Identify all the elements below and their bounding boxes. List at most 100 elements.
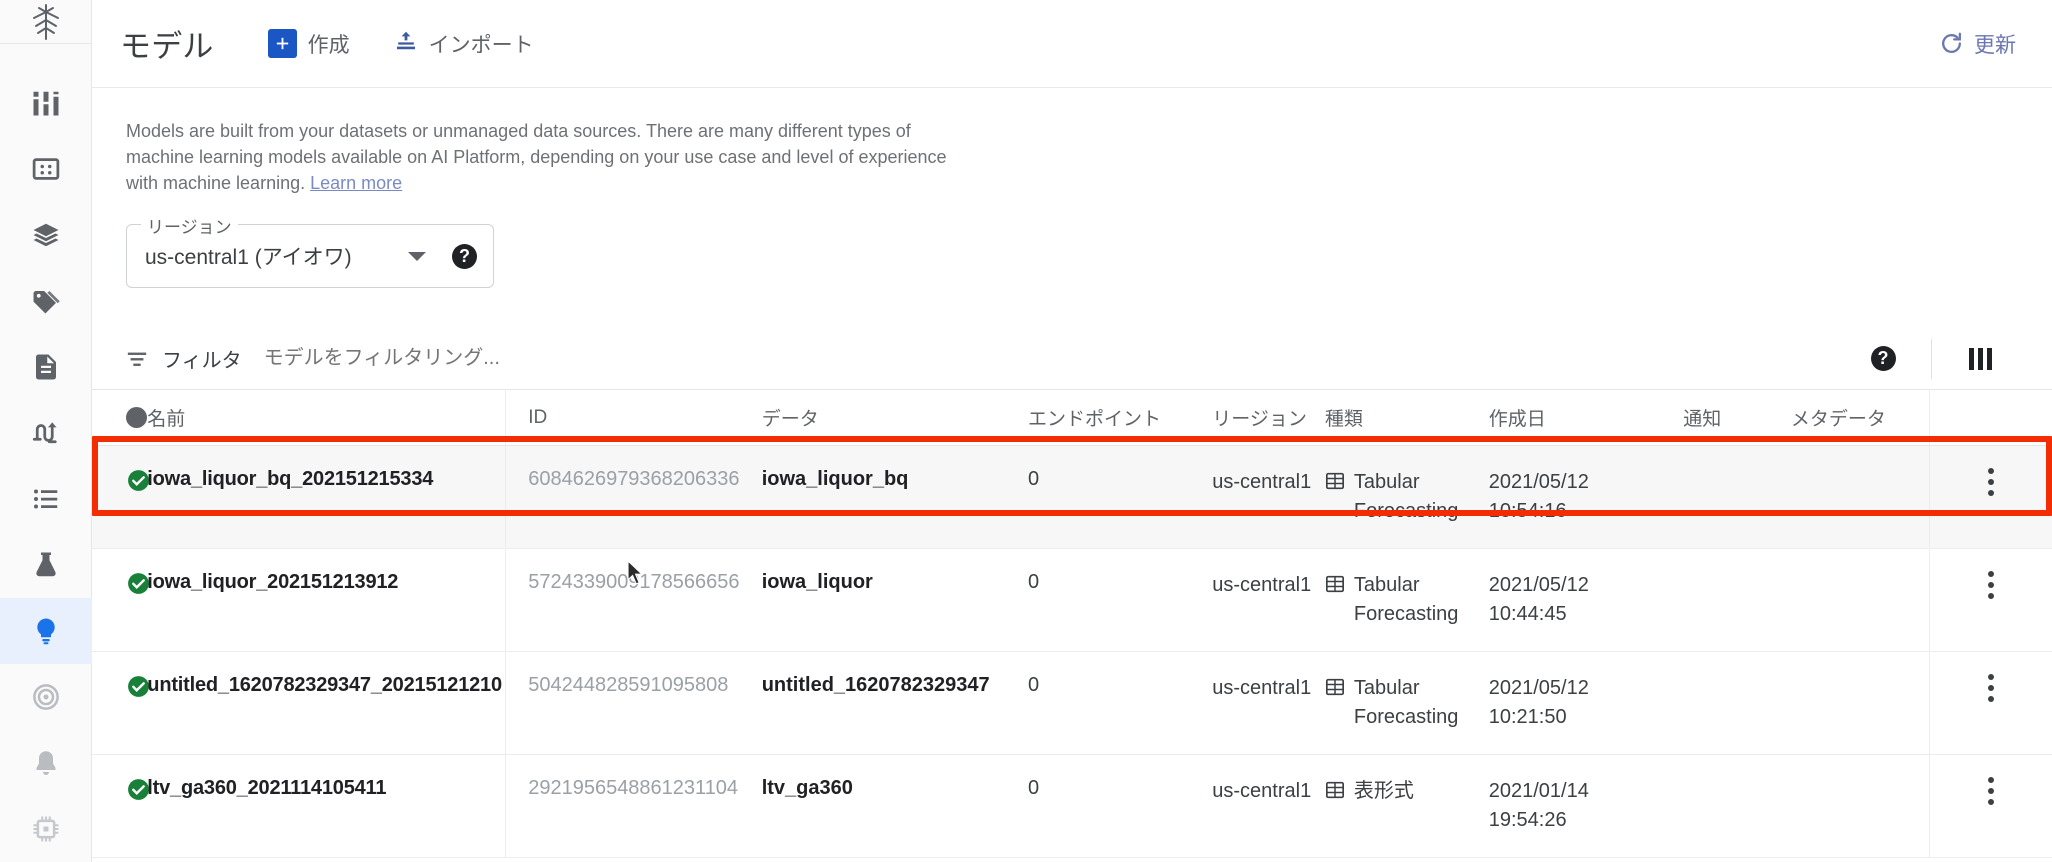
import-model-button[interactable]: インポート (394, 29, 534, 59)
row-id-cell: 6084626979368206336 (505, 445, 762, 549)
model-name-link[interactable]: ltv_ga360_2021114105411 (147, 777, 386, 799)
kebab-menu-icon[interactable] (1930, 777, 2052, 805)
created-time: 10:44:45 (1488, 603, 1567, 625)
row-created-cell: 2021/05/12 10:21:50 (1488, 651, 1684, 755)
chevron-down-icon[interactable] (408, 251, 426, 261)
vertex-ai-logo-icon[interactable] (0, 0, 91, 44)
dataset-link[interactable]: iowa_liquor_bq (762, 468, 909, 490)
check-circle-icon (126, 571, 149, 596)
refresh-button[interactable]: 更新 (1939, 29, 2016, 59)
refresh-label: 更新 (1974, 33, 2016, 57)
dataset-link[interactable]: ltv_ga360 (762, 777, 853, 799)
dataset-link[interactable]: untitled_1620782329347 (762, 674, 990, 696)
row-region-cell: us-central1 (1212, 754, 1325, 858)
row-metadata-cell (1790, 548, 1930, 652)
row-name-cell[interactable]: iowa_liquor_bq_202151215334 (147, 445, 506, 549)
sidebar-item-labeling-tasks[interactable] (0, 268, 92, 334)
table-row[interactable]: ltv_ga360_2021114105411 2921956548861231… (92, 754, 2052, 858)
refresh-icon (1939, 31, 1964, 56)
sidebar-item-endpoints[interactable] (0, 664, 92, 730)
endpoint-count: 0 (1027, 571, 1040, 593)
row-name-cell[interactable]: ltv_ga360_2021114105411 (147, 754, 506, 858)
row-data-cell[interactable]: iowa_liquor_bq (761, 445, 1028, 549)
row-name-cell[interactable]: untitled_1620782329347_20215121210 (147, 651, 506, 755)
page-title: モデル (120, 29, 214, 64)
model-name-link[interactable]: untitled_1620782329347_20215121210 (147, 674, 502, 696)
main-column: モデル 作成 インポート 更新 Models are built from yo… (92, 0, 2052, 862)
column-header-id[interactable]: ID (505, 390, 762, 446)
tabular-grid-icon (1325, 777, 1345, 809)
region-value: us-central1 (1212, 574, 1312, 596)
row-endpoint-cell: 0 (1027, 754, 1213, 858)
column-header-actions (1928, 390, 2052, 446)
region-select[interactable]: リージョン us-central1 (アイオワ) ? (126, 213, 494, 288)
created-time: 10:54:16 (1488, 500, 1567, 522)
row-name-cell[interactable]: iowa_liquor_202151213912 (147, 548, 506, 652)
column-header-data[interactable]: データ (761, 390, 1028, 446)
row-status-cell (92, 445, 149, 549)
sidebar-item-features[interactable] (0, 202, 92, 268)
kebab-menu-icon[interactable] (1930, 674, 2052, 702)
table-help-button[interactable]: ? (1835, 328, 1931, 390)
row-actions-cell[interactable] (1928, 445, 2052, 549)
row-data-cell[interactable]: ltv_ga360 (761, 754, 1028, 858)
created-date: 2021/05/12 (1488, 471, 1589, 493)
row-id-cell: 2921956548861231104 (505, 754, 762, 858)
check-circle-icon (126, 674, 149, 699)
row-actions-cell[interactable] (1928, 548, 2052, 652)
created-time: 10:21:50 (1488, 706, 1567, 728)
row-kind-cell: Tabular Forecasting (1324, 651, 1489, 755)
sidebar-item-training[interactable] (0, 466, 92, 532)
kebab-menu-icon[interactable] (1930, 571, 2052, 599)
row-region-cell: us-central1 (1212, 548, 1325, 652)
sidebar-item-notebooks[interactable] (0, 334, 92, 400)
table-header-row: 名前 ID データ エンドポイント リージョン 種類 作成日 通知 メタデータ (92, 390, 2052, 446)
dataset-link[interactable]: iowa_liquor (762, 571, 873, 593)
select-all-header[interactable] (92, 390, 148, 446)
model-name-link[interactable]: iowa_liquor_202151213912 (147, 571, 398, 593)
row-actions-cell[interactable] (1928, 651, 2052, 755)
sidebar-item-models[interactable] (0, 598, 92, 664)
tabular-grid-icon (1325, 571, 1345, 603)
table-row[interactable]: iowa_liquor_202151213912 572433900917856… (92, 548, 2052, 652)
column-header-metadata[interactable]: メタデータ (1790, 390, 1930, 446)
filter-group[interactable]: フィルタ (126, 344, 242, 373)
row-id-cell: 504244828591095808 (505, 651, 762, 755)
column-header-endpoint[interactable]: エンドポイント (1027, 390, 1213, 446)
select-all-dot-icon[interactable] (126, 406, 147, 428)
row-data-cell[interactable]: untitled_1620782329347 (761, 651, 1028, 755)
column-header-kind[interactable]: 種類 (1324, 390, 1489, 446)
region-help-icon[interactable]: ? (452, 243, 477, 269)
sidebar-item-datasets-grid[interactable] (0, 136, 92, 202)
sidebar-item-dashboard[interactable] (0, 70, 92, 136)
created-time: 19:54:26 (1488, 809, 1567, 831)
help-circle-icon: ? (1870, 346, 1896, 371)
column-header-region[interactable]: リージョン (1212, 390, 1325, 446)
row-notify-cell (1683, 548, 1791, 652)
model-name-link[interactable]: iowa_liquor_bq_202151215334 (147, 468, 433, 490)
learn-more-link[interactable]: Learn more (310, 173, 402, 193)
kebab-menu-icon[interactable] (1930, 468, 2052, 496)
column-header-created[interactable]: 作成日 (1488, 390, 1684, 446)
upload-import-icon (394, 29, 418, 59)
filter-bar: フィルタ ? (92, 328, 2052, 390)
create-model-button[interactable]: 作成 (267, 29, 350, 59)
page-description-text: Models are built from your datasets or u… (126, 121, 947, 193)
endpoint-count: 0 (1027, 777, 1040, 799)
table-row[interactable]: untitled_1620782329347_20215121210 50424… (92, 651, 2052, 755)
row-kind-cell: 表形式 (1324, 754, 1489, 858)
sidebar-item-pipelines[interactable] (0, 400, 92, 466)
models-table: 名前 ID データ エンドポイント リージョン 種類 作成日 通知 メタデータ (92, 390, 2052, 858)
column-settings-button[interactable] (1932, 328, 2028, 390)
column-header-name[interactable]: 名前 (147, 390, 506, 446)
sidebar-item-metadata[interactable] (0, 796, 92, 862)
row-actions-cell[interactable] (1928, 754, 2052, 858)
sidebar-item-notifications[interactable] (0, 730, 92, 796)
tabular-grid-icon (1325, 468, 1345, 500)
sidebar-item-experiments[interactable] (0, 532, 92, 598)
filter-input[interactable] (263, 347, 904, 370)
rail-item-list (0, 44, 92, 862)
row-data-cell[interactable]: iowa_liquor (761, 548, 1028, 652)
column-header-notify[interactable]: 通知 (1683, 390, 1791, 446)
table-row[interactable]: iowa_liquor_bq_202151215334 608462697936… (92, 445, 2052, 549)
